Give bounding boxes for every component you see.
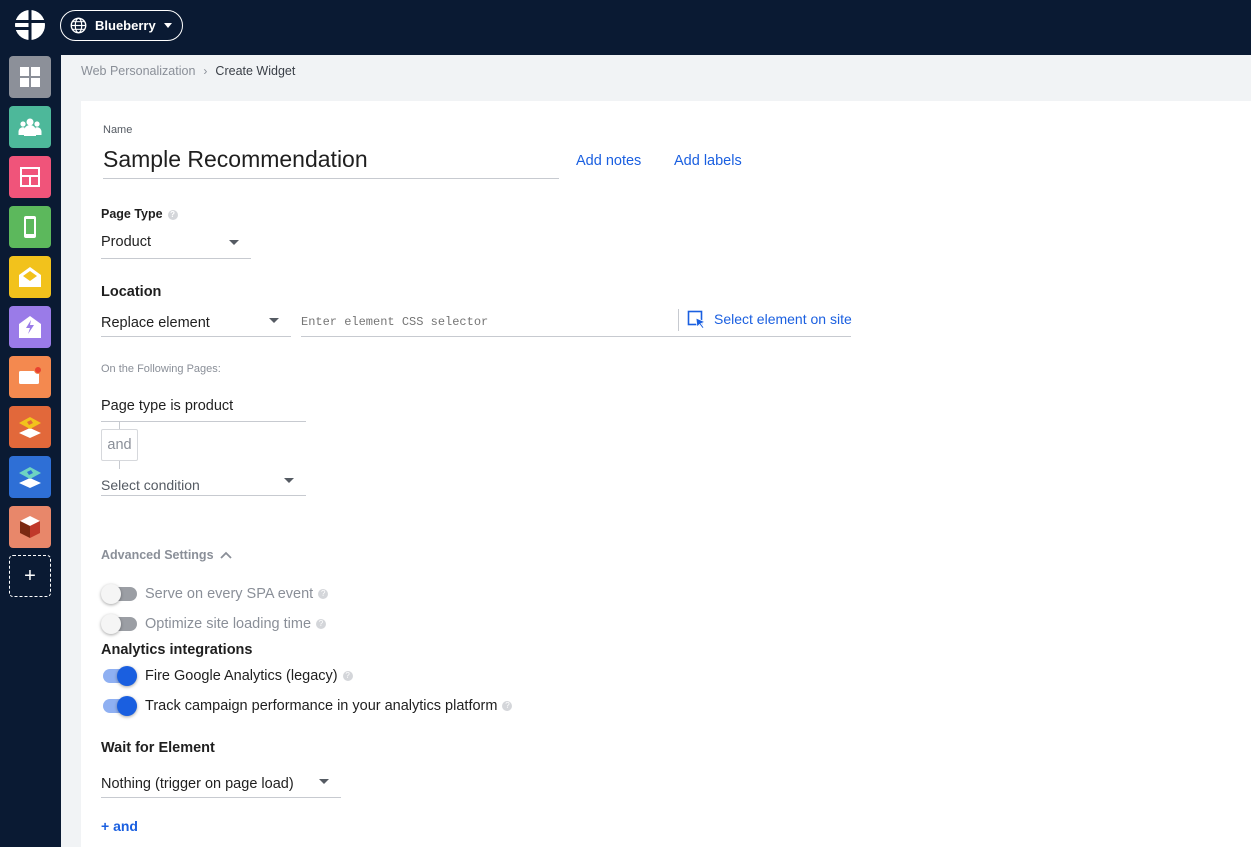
account-switcher[interactable]: Blueberry	[60, 10, 183, 41]
track-performance-toggle[interactable]	[101, 696, 137, 716]
people-icon	[18, 118, 42, 136]
breadcrumb-current: Create Widget	[215, 64, 296, 78]
envelope-icon	[19, 267, 41, 287]
condition-page-type[interactable]: Page type is product	[101, 398, 233, 414]
mobile-icon	[24, 216, 36, 238]
chevron-down-icon[interactable]	[284, 478, 294, 483]
name-input-underline	[103, 178, 559, 179]
css-selector-underline	[301, 336, 851, 337]
page-type-underline	[101, 258, 251, 259]
plus-icon: +	[24, 565, 36, 587]
advanced-settings-toggle[interactable]: Advanced Settings	[101, 548, 232, 562]
notification-icon	[19, 366, 42, 384]
chevron-down-icon[interactable]	[229, 240, 239, 245]
add-labels-link[interactable]: Add labels	[674, 153, 742, 169]
page-type-label-text: Page Type	[101, 207, 163, 221]
sidebar-item-triggered-email[interactable]	[9, 306, 51, 348]
serve-spa-label: Serve on every SPA event	[145, 586, 314, 602]
fire-ga-toggle[interactable]	[101, 666, 137, 686]
add-notes-link[interactable]: Add notes	[576, 153, 641, 169]
top-bar: Blueberry	[0, 0, 1251, 55]
sidebar-item-dashboard[interactable]	[9, 56, 51, 98]
cube-icon	[20, 516, 40, 538]
select-cursor-icon[interactable]	[687, 310, 707, 330]
sidebar: +	[0, 55, 61, 847]
sidebar-item-products[interactable]	[9, 506, 51, 548]
layers-icon	[19, 417, 41, 438]
chevron-up-icon	[219, 551, 232, 559]
chevron-right-icon: ›	[203, 64, 208, 78]
sidebar-item-stack-blue[interactable]	[9, 456, 51, 498]
question-icon[interactable]: ?	[502, 701, 513, 712]
question-icon[interactable]: ?	[167, 209, 178, 220]
analytics-integrations-title: Analytics integrations	[101, 642, 253, 658]
select-element-on-site-link[interactable]: Select element on site	[714, 311, 852, 327]
question-icon[interactable]: ?	[316, 619, 327, 630]
advanced-settings-label: Advanced Settings	[101, 548, 214, 562]
select-condition-underline	[101, 495, 306, 496]
location-title: Location	[101, 284, 162, 300]
breadcrumb-parent-link[interactable]: Web Personalization	[81, 64, 195, 78]
layers-icon	[19, 467, 41, 488]
lightning-envelope-icon	[19, 316, 41, 338]
serve-spa-toggle[interactable]	[101, 584, 137, 604]
grid-icon	[20, 67, 40, 87]
name-label: Name	[103, 124, 133, 136]
question-icon[interactable]: ?	[318, 589, 329, 600]
page-type-select[interactable]: Product	[101, 234, 151, 250]
wait-for-element-title: Wait for Element	[101, 740, 215, 756]
location-select[interactable]: Replace element	[101, 315, 210, 331]
layout-icon	[20, 167, 40, 187]
chevron-down-icon[interactable]	[319, 779, 329, 784]
globe-icon	[70, 17, 87, 34]
serve-spa-row: Serve on every SPA event?	[145, 586, 329, 602]
optimize-loading-label: Optimize site loading time	[145, 616, 312, 632]
wait-for-element-select[interactable]: Nothing (trigger on page load)	[101, 776, 294, 792]
sidebar-item-email[interactable]	[9, 256, 51, 298]
track-performance-label: Track campaign performance in your analy…	[145, 698, 498, 714]
and-operator-button[interactable]: and	[101, 429, 138, 461]
sidebar-item-web-personalization[interactable]	[9, 156, 51, 198]
sidebar-item-mobile[interactable]	[9, 206, 51, 248]
question-icon[interactable]: ?	[342, 671, 353, 682]
fire-ga-row: Fire Google Analytics (legacy)?	[145, 668, 353, 684]
chevron-down-icon[interactable]	[269, 318, 279, 323]
optimize-loading-row: Optimize site loading time?	[145, 616, 327, 632]
divider	[678, 309, 679, 331]
optimize-loading-toggle[interactable]	[101, 614, 137, 634]
sidebar-item-notifications[interactable]	[9, 356, 51, 398]
account-name: Blueberry	[95, 18, 156, 33]
add-app-button[interactable]: +	[9, 555, 51, 597]
create-widget-form: Name Sample Recommendation Add notes Add…	[81, 101, 1251, 847]
location-underline	[101, 336, 291, 337]
following-pages-label: On the Following Pages:	[101, 363, 221, 375]
add-and-condition-button[interactable]: + and	[101, 818, 138, 834]
name-input[interactable]: Sample Recommendation	[103, 146, 368, 173]
fire-ga-label: Fire Google Analytics (legacy)	[145, 668, 338, 684]
select-condition-dropdown[interactable]: Select condition	[101, 477, 200, 493]
condition-underline	[101, 421, 306, 422]
sidebar-item-stack-orange[interactable]	[9, 406, 51, 448]
breadcrumb: Web Personalization › Create Widget	[81, 64, 295, 78]
sidebar-item-audiences[interactable]	[9, 106, 51, 148]
wait-select-underline	[101, 797, 341, 798]
page-type-label: Page Type?	[101, 207, 178, 221]
css-selector-input[interactable]	[301, 312, 676, 332]
app-logo-icon[interactable]	[14, 9, 46, 41]
track-performance-row: Track campaign performance in your analy…	[145, 698, 513, 714]
chevron-down-icon	[163, 23, 172, 28]
